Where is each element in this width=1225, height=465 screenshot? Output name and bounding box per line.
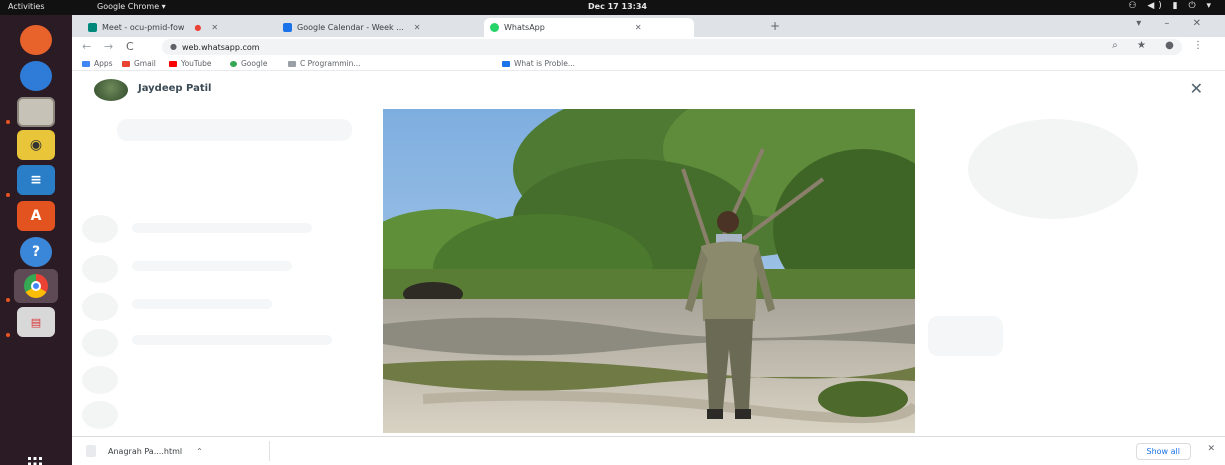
bookmark-label: Gmail	[134, 59, 156, 68]
close-tab-icon[interactable]: ✕	[211, 23, 218, 32]
thunderbird-icon[interactable]	[20, 61, 52, 91]
rhythmbox-icon[interactable]: ◉	[17, 130, 55, 160]
blurred-background	[132, 335, 332, 345]
blurred-background	[82, 401, 118, 429]
blurred-background	[132, 261, 292, 271]
youtube-icon	[169, 60, 177, 67]
app-menu[interactable]: Google Chrome ▾	[97, 2, 166, 11]
tab-whatsapp[interactable]: WhatsApp ✕	[484, 18, 694, 37]
bookmark-gmail[interactable]: Gmail	[122, 59, 156, 68]
close-icon[interactable]: ✕	[1207, 444, 1215, 454]
bookmark-google[interactable]: Google	[230, 59, 267, 68]
dock: ◉ ≡ A ? ▤	[0, 15, 72, 465]
clock[interactable]: Dec 17 13:34	[588, 2, 647, 11]
blurred-background	[82, 293, 118, 321]
media-photo[interactable]	[383, 109, 915, 433]
blurred-background	[928, 316, 1003, 356]
page-icon	[288, 60, 296, 67]
files-icon[interactable]	[17, 97, 55, 127]
toolbar: ← → C ● web.whatsapp.com ⌕ ★ ● ⋮	[72, 37, 1225, 57]
calendar-favicon-icon	[283, 23, 292, 32]
window-controls[interactable]: ▾ – ✕	[1136, 18, 1211, 29]
tab-label: WhatsApp	[504, 23, 545, 32]
running-indicator	[6, 333, 10, 337]
close-tab-icon[interactable]: ✕	[414, 23, 421, 32]
bookmark-label: YouTube	[181, 59, 212, 68]
download-file-name: Anagrah Pa....html	[108, 446, 183, 456]
chevron-up-icon[interactable]: ⌃	[196, 447, 203, 456]
blurred-background	[82, 329, 118, 357]
media-viewer-header: Jaydeep Patil ✕	[72, 71, 1225, 107]
bookmark-label: What is Proble...	[514, 59, 575, 68]
forward-button[interactable]: →	[104, 40, 113, 53]
tab-strip: Meet - ocu-pmid-fow ● ✕ Google Calendar …	[72, 15, 1225, 37]
whatsapp-favicon-icon	[490, 23, 499, 32]
bookmark-what-is-problem[interactable]: What is Proble...	[502, 59, 575, 68]
file-icon	[86, 445, 96, 457]
download-item[interactable]: Anagrah Pa....html ⌃	[80, 441, 270, 461]
activities-button[interactable]: Activities	[8, 2, 45, 11]
page-icon	[502, 60, 510, 67]
new-tab-button[interactable]: +	[770, 19, 780, 33]
tab-calendar[interactable]: Google Calendar - Week ... ✕	[277, 18, 477, 37]
gmail-icon	[122, 60, 130, 67]
toolbar-icons[interactable]: ⌕ ★ ● ⋮	[1112, 40, 1211, 51]
running-indicator	[6, 193, 10, 197]
libreoffice-writer-icon[interactable]: ≡	[17, 165, 55, 195]
blurred-background	[132, 223, 312, 233]
close-icon[interactable]: ✕	[1190, 79, 1203, 98]
bookmark-label: Apps	[94, 59, 113, 68]
ubuntu-software-icon[interactable]: A	[17, 201, 55, 231]
tab-label: Meet - ocu-pmid-fow	[102, 23, 185, 32]
system-status-menu[interactable]: ⚇ ◀) ▮ ⏻ ▾	[1128, 1, 1215, 11]
bookmark-label: Google	[241, 59, 268, 68]
bookmark-label: C Programmin...	[300, 59, 361, 68]
meet-favicon-icon	[88, 23, 97, 32]
apps-grid-icon	[82, 60, 90, 67]
firefox-icon[interactable]	[20, 25, 52, 55]
avatar[interactable]	[94, 79, 128, 101]
back-button[interactable]: ←	[82, 40, 91, 53]
reload-button[interactable]: C	[126, 40, 134, 53]
blurred-background	[132, 299, 272, 309]
google-icon	[230, 60, 237, 67]
running-indicator	[6, 298, 10, 302]
bookmarks-bar: Apps Gmail YouTube Google C Programmin..…	[72, 57, 1225, 71]
address-bar[interactable]: ● web.whatsapp.com	[162, 39, 1182, 55]
lock-icon[interactable]: ●	[170, 42, 177, 51]
blurred-background	[82, 366, 118, 394]
tab-meet[interactable]: Meet - ocu-pmid-fow ● ✕	[82, 18, 272, 37]
contact-name[interactable]: Jaydeep Patil	[138, 83, 212, 94]
url-text: web.whatsapp.com	[182, 42, 260, 52]
show-all-button[interactable]: Show all	[1135, 443, 1191, 460]
running-indicator	[6, 120, 10, 124]
recording-indicator-icon: ●	[194, 23, 202, 32]
photo-image	[383, 109, 915, 433]
media-viewer: Jaydeep Patil ✕	[72, 71, 1225, 436]
system-top-bar: Activities Google Chrome ▾ Dec 17 13:34 …	[0, 0, 1225, 15]
bookmark-youtube[interactable]: YouTube	[169, 59, 212, 68]
download-shelf: Anagrah Pa....html ⌃ Show all ✕	[72, 436, 1225, 465]
blurred-background	[82, 255, 118, 283]
show-applications-icon[interactable]	[26, 456, 44, 465]
blurred-background	[82, 215, 118, 243]
close-tab-icon[interactable]: ✕	[635, 23, 642, 32]
tab-label: Google Calendar - Week ...	[297, 23, 404, 32]
help-icon[interactable]: ?	[20, 237, 52, 267]
chrome-icon[interactable]	[14, 269, 58, 303]
bookmark-apps[interactable]: Apps	[82, 59, 113, 68]
blurred-background	[968, 119, 1138, 219]
bookmark-c-programming[interactable]: C Programmin...	[288, 59, 361, 68]
blurred-background	[117, 119, 352, 141]
impress-icon[interactable]: ▤	[17, 307, 55, 337]
